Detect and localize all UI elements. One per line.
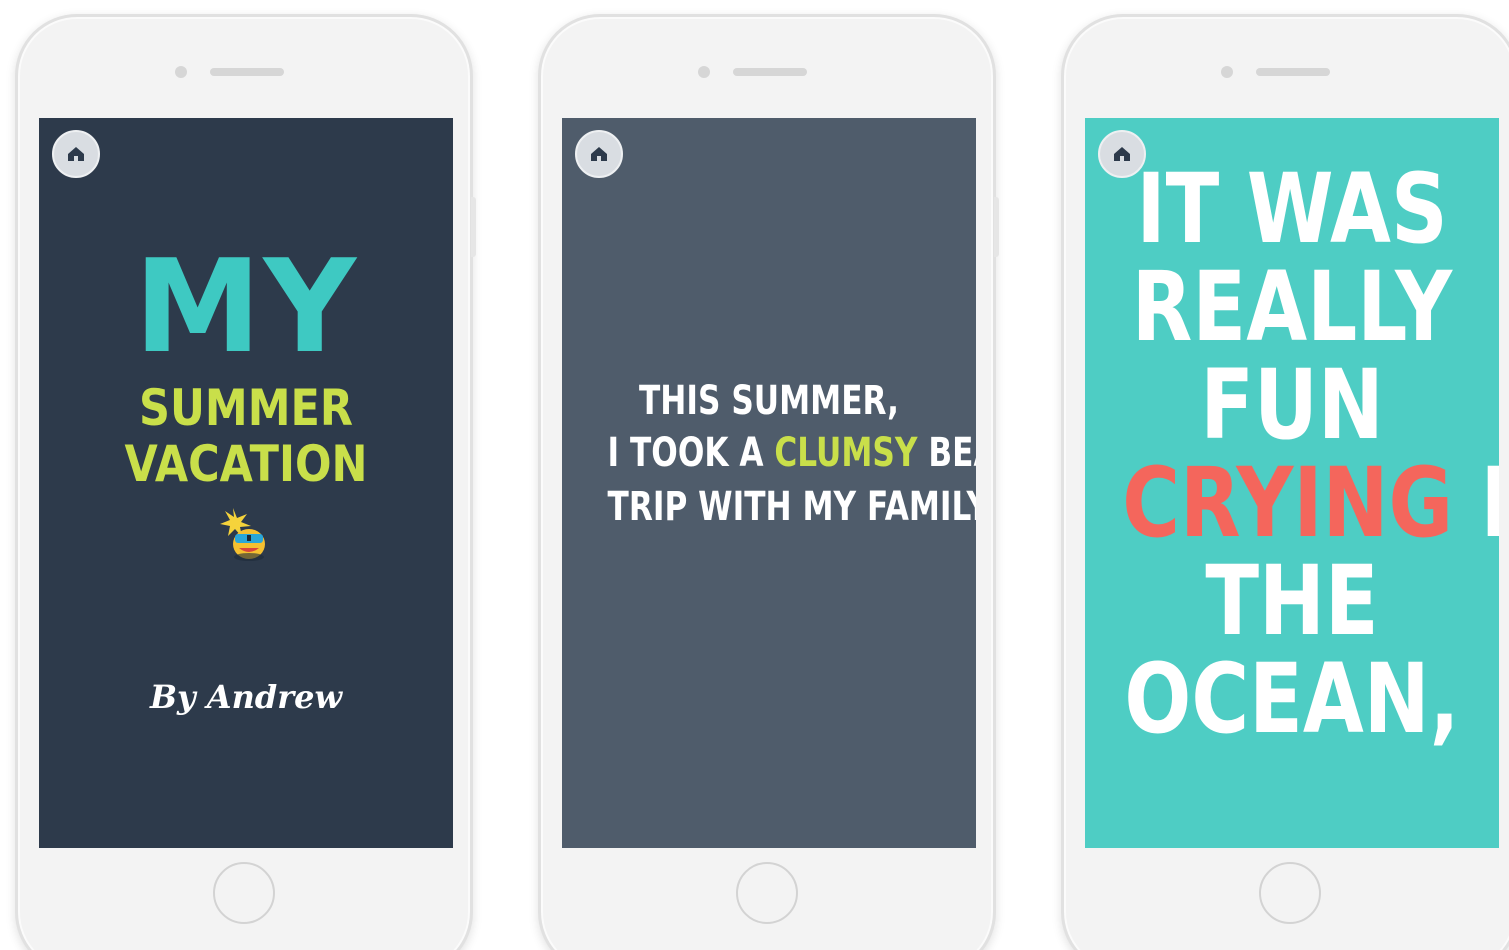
phone-mockup-3: IT WAS REALLY FUN CRYING IN THE OCEAN, (1061, 14, 1509, 950)
phone-home-button (1259, 862, 1321, 924)
title-vacation: VACATION (124, 435, 368, 493)
screen-story-page-2: IT WAS REALLY FUN CRYING IN THE OCEAN, (1085, 118, 1499, 848)
story-big-line-3: FUN (1200, 349, 1384, 461)
story-big-line-4: CRYING IN (1122, 454, 1499, 552)
home-icon (68, 147, 84, 161)
story-big-line-4-end: IN (1453, 447, 1499, 559)
phone-mockup-1: MY SUMMER VACATION By Andrew (15, 14, 476, 950)
story-line-2-end: BEACH (928, 430, 976, 476)
side-button (994, 197, 999, 257)
front-camera (1221, 66, 1233, 78)
author-byline: By Andrew (149, 678, 342, 716)
story-line-1: THIS SUMMER, (638, 378, 900, 424)
earpiece-speaker (1256, 68, 1330, 76)
phone-home-button (213, 862, 275, 924)
phone-mockups-stage: MY SUMMER VACATION By Andrew THIS SUMMER… (0, 0, 1509, 950)
home-button[interactable] (52, 130, 100, 178)
story-big-line-5: THE (1205, 545, 1379, 657)
story-highlight-word: CRYING (1122, 447, 1454, 559)
phone-home-button (736, 862, 798, 924)
home-icon (1114, 147, 1130, 161)
home-button[interactable] (575, 130, 623, 178)
story-line-2: I TOOK A CLUMSY BEACH (607, 426, 976, 480)
earpiece-speaker (733, 68, 807, 76)
story-big-line-6: OCEAN, (1124, 643, 1460, 755)
story-big-line-1: IT WAS (1136, 153, 1448, 265)
earpiece-speaker (210, 68, 284, 76)
phone-mockup-2: THIS SUMMER, I TOOK A CLUMSY BEACH TRIP … (538, 14, 999, 950)
story-line-3: TRIP WITH MY FAMILY. (607, 484, 976, 530)
story-line-2-start: I TOOK A (607, 430, 775, 476)
title-summer: SUMMER (139, 379, 353, 437)
story-highlight-word: CLUMSY (774, 430, 918, 476)
front-camera (175, 66, 187, 78)
side-button (471, 197, 476, 257)
story-big-line-2: REALLY (1131, 251, 1453, 363)
screen-title-page: MY SUMMER VACATION By Andrew (39, 118, 453, 848)
screen-story-page-1: THIS SUMMER, I TOOK A CLUMSY BEACH TRIP … (562, 118, 976, 848)
title-my: MY (133, 233, 359, 382)
home-icon (591, 147, 607, 161)
front-camera (698, 66, 710, 78)
sunglasses-bomb-mascot-icon (220, 508, 265, 561)
home-button[interactable] (1098, 130, 1146, 178)
